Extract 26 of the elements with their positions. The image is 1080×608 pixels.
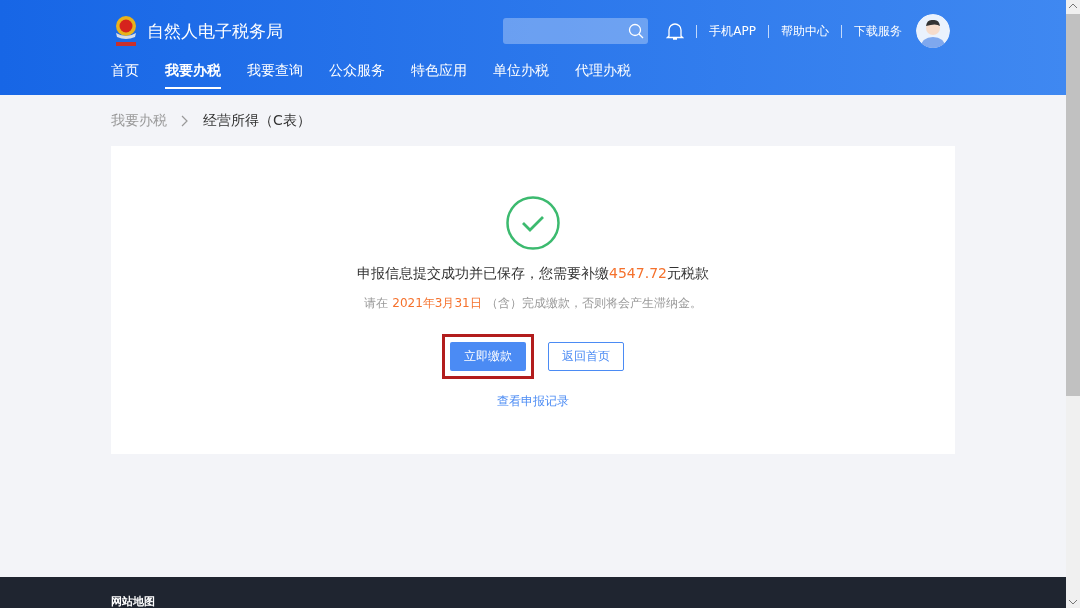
- avatar-icon[interactable]: [916, 14, 950, 48]
- header-link[interactable]: 手机APP: [709, 22, 756, 40]
- nav-tab[interactable]: 公众服务: [329, 62, 385, 89]
- site-title: 自然人电子税务局: [147, 19, 283, 43]
- nav-tab[interactable]: 我要查询: [247, 62, 303, 89]
- search-field[interactable]: [503, 18, 649, 44]
- breadcrumb-link[interactable]: 我要办税: [111, 111, 167, 130]
- scrollbar-thumb[interactable]: [1066, 14, 1080, 396]
- nav-tab[interactable]: 单位办税: [493, 62, 549, 89]
- header-link[interactable]: 帮助中心: [781, 22, 829, 40]
- nav-tab[interactable]: 首页: [111, 62, 139, 89]
- header-link[interactable]: 下载服务: [854, 22, 902, 40]
- search-icon[interactable]: [628, 23, 645, 39]
- nav-tab[interactable]: 我要办税: [165, 62, 221, 89]
- footer-heading: 网站地图: [111, 595, 155, 608]
- deadline-notice: 请在 2021年3月31日 （含）完成缴款，否则将会产生滞纳金。: [364, 295, 702, 312]
- breadcrumb-current: 经营所得（C表）: [203, 111, 311, 130]
- nav-tab[interactable]: 特色应用: [411, 62, 467, 89]
- nav-tab[interactable]: 代理办税: [575, 62, 631, 89]
- success-check-icon: [506, 196, 560, 250]
- pay-button[interactable]: 立即缴款: [450, 342, 526, 371]
- records-link[interactable]: 查看申报记录: [497, 393, 569, 410]
- result-message: 申报信息提交成功并已保存，您需要补缴4547.72元税款: [357, 265, 709, 283]
- chevron-icon: [181, 114, 189, 127]
- home-button[interactable]: 返回首页: [548, 342, 624, 371]
- bell-icon[interactable]: [666, 21, 685, 41]
